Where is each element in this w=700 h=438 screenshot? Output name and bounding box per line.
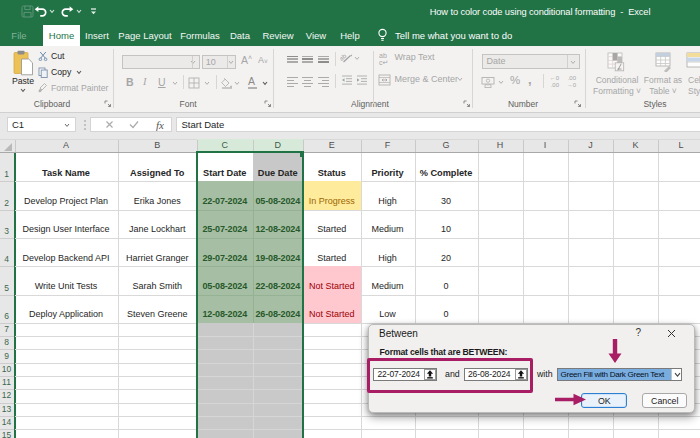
svg-text:ab: ab bbox=[340, 52, 348, 62]
